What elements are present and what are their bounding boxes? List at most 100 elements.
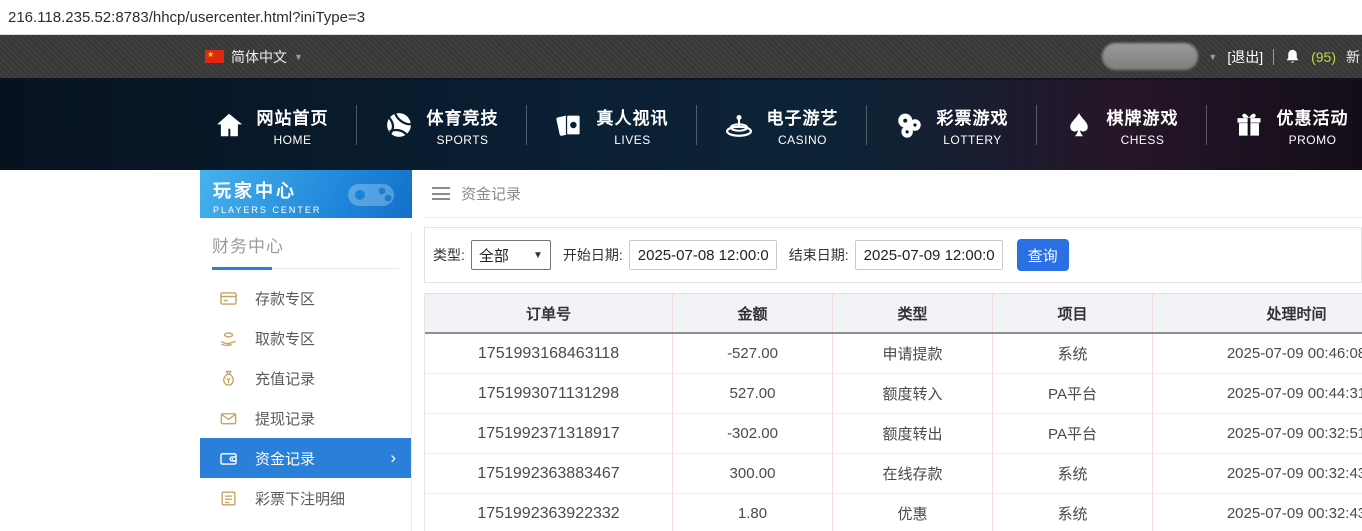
cell-project: PA平台 xyxy=(993,414,1153,453)
notification-count[interactable]: (95) xyxy=(1311,49,1336,65)
sidebar-item-recharge-records[interactable]: 充值记录 xyxy=(200,358,411,398)
divider xyxy=(1273,48,1275,65)
table-header-row: 订单号 金额 类型 项目 处理时间 xyxy=(425,294,1362,334)
table-row: 1751993071131298 527.00 额度转入 PA平台 2025-0… xyxy=(425,374,1362,414)
start-date-label: 开始日期: xyxy=(562,247,623,263)
cell-order-no: 1751993071131298 xyxy=(425,374,673,413)
chevron-down-icon: ▼ xyxy=(532,249,543,261)
cell-type: 额度转出 xyxy=(833,414,993,453)
cell-type: 优惠 xyxy=(833,494,993,531)
nav-item-lottery[interactable]: 彩票游戏 LOTTERY xyxy=(867,104,1036,147)
money-bag-icon xyxy=(223,370,234,386)
col-header-amount: 金额 xyxy=(673,294,833,332)
cell-order-no: 1751992363922332 xyxy=(425,494,673,531)
sidebar-item-room-bet-records[interactable]: 厅室投注记录 xyxy=(200,518,411,531)
sidebar-item-funds-records[interactable]: 资金记录 › xyxy=(200,438,411,478)
start-date-input[interactable] xyxy=(628,240,777,270)
nav-item-chess[interactable]: 棋牌游戏 CHESS xyxy=(1037,104,1206,147)
type-label: 类型: xyxy=(433,247,465,263)
cell-project: PA平台 xyxy=(993,374,1153,413)
table-row: 1751993168463118 -527.00 申请提款 系统 2025-07… xyxy=(425,334,1362,374)
gamepad-icon xyxy=(348,184,394,206)
envelope-icon xyxy=(220,412,237,424)
cell-amount: -527.00 xyxy=(673,334,833,373)
language-label: 简体中文 xyxy=(231,48,287,65)
nav-item-casino[interactable]: 电子游艺 CASINO xyxy=(697,104,866,147)
nav-label-zh: 真人视讯 xyxy=(596,108,669,128)
search-button[interactable]: 查询 xyxy=(1016,239,1069,271)
sidebar-item-withdraw[interactable]: 取款专区 xyxy=(200,318,411,358)
cell-project: 系统 xyxy=(993,334,1153,373)
deposit-card-icon xyxy=(220,291,237,305)
nav-label-en: PROMO xyxy=(1288,132,1337,147)
roulette-icon xyxy=(725,115,752,137)
china-flag-icon: ★ xyxy=(205,50,224,63)
nav-label-en: SPORTS xyxy=(436,132,489,147)
home-icon xyxy=(216,113,242,137)
nav-label-zh: 棋牌游戏 xyxy=(1106,108,1179,128)
nav-label-en: LIVES xyxy=(614,132,651,147)
page-title: 资金记录 xyxy=(461,186,522,203)
nav-label-zh: 电子游艺 xyxy=(766,108,839,128)
nav-label-zh: 网站首页 xyxy=(256,108,329,128)
breadcrumb: 资金记录 xyxy=(424,170,1362,218)
type-select[interactable]: 全部 ▼ xyxy=(470,240,551,270)
cell-type: 在线存款 xyxy=(833,454,993,493)
main-navigation: 网站首页 HOME 体育竞技 SPORTS 真人视讯 LIVES 电子游艺 CA… xyxy=(0,78,1362,170)
table-row: 1751992371318917 -302.00 额度转出 PA平台 2025-… xyxy=(425,414,1362,454)
cell-order-no: 1751993168463118 xyxy=(425,334,673,373)
gift-icon xyxy=(1237,113,1260,136)
sidebar-item-deposit[interactable]: 存款专区 xyxy=(200,278,411,318)
notification-new-label[interactable]: 新 xyxy=(1346,47,1360,67)
nav-label-zh: 优惠活动 xyxy=(1276,108,1349,128)
cell-project: 系统 xyxy=(993,494,1153,531)
cell-order-no: 1751992371318917 xyxy=(425,414,673,453)
filter-bar: 类型: 全部 ▼ 开始日期: 结束日期: 查询 xyxy=(424,227,1362,283)
nav-item-promo[interactable]: 优惠活动 PROMO xyxy=(1207,104,1362,147)
cell-time: 2025-07-09 00:32:43 xyxy=(1153,494,1362,531)
sidebar-item-label: 彩票下注明细 xyxy=(255,490,346,508)
cell-type: 申请提款 xyxy=(833,334,993,373)
browser-address-bar[interactable]: 216.118.235.52:8783/hhcp/usercenter.html… xyxy=(0,0,1362,35)
chevron-down-icon[interactable]: ▼ xyxy=(1208,52,1217,62)
menu-toggle-icon[interactable] xyxy=(432,187,450,200)
top-account-bar: ★ 简体中文 ▼ ▼ [退出] (95) 新 xyxy=(0,35,1362,78)
username-redacted[interactable] xyxy=(1102,43,1199,70)
wallet-icon xyxy=(220,452,237,465)
nav-item-home[interactable]: 网站首页 HOME xyxy=(187,104,356,147)
chevron-down-icon: ▼ xyxy=(294,51,303,62)
cell-type: 额度转入 xyxy=(833,374,993,413)
end-date-input[interactable] xyxy=(854,240,1003,270)
sidebar-item-withdrawal-records[interactable]: 提现记录 xyxy=(200,398,411,438)
table-row: 1751992363883467 300.00 在线存款 系统 2025-07-… xyxy=(425,454,1362,494)
sidebar-item-label: 充值记录 xyxy=(255,370,316,388)
sidebar-item-label: 取款专区 xyxy=(255,330,316,348)
language-selector[interactable]: ★ 简体中文 ▼ xyxy=(205,35,303,78)
table-row: 1751992363922332 1.80 优惠 系统 2025-07-09 0… xyxy=(425,494,1362,531)
sidebar-item-label: 提现记录 xyxy=(255,410,316,428)
col-header-project: 项目 xyxy=(993,294,1153,332)
nav-label-en: HOME xyxy=(273,132,312,147)
withdraw-hand-icon xyxy=(220,331,236,346)
cell-amount: 300.00 xyxy=(673,454,833,493)
logout-button[interactable]: [退出] xyxy=(1227,47,1263,67)
type-select-value: 全部 xyxy=(478,247,509,265)
cell-order-no: 1751992363883467 xyxy=(425,454,673,493)
lottery-balls-icon xyxy=(897,113,921,138)
cell-time: 2025-07-09 00:32:51 xyxy=(1153,414,1362,453)
cell-time: 2025-07-09 00:44:31 xyxy=(1153,374,1362,413)
sidebar-menu: 存款专区 取款专区 充值记录 提现记录 资金记录 › 彩票下注明细 xyxy=(200,278,411,531)
cell-time: 2025-07-09 00:46:08 xyxy=(1153,334,1362,373)
cell-amount: 1.80 xyxy=(673,494,833,531)
funds-table: 订单号 金额 类型 项目 处理时间 1751993168463118 -527.… xyxy=(424,293,1362,531)
end-date-label: 结束日期: xyxy=(788,247,849,263)
nav-item-sports[interactable]: 体育竞技 SPORTS xyxy=(357,104,526,147)
bell-icon[interactable] xyxy=(1284,48,1301,66)
main-panel: 资金记录 类型: 全部 ▼ 开始日期: 结束日期: 查询 订单号 金额 类型 项… xyxy=(412,170,1362,531)
nav-item-lives[interactable]: 真人视讯 LIVES xyxy=(527,104,696,147)
sidebar-item-lottery-bet-detail[interactable]: 彩票下注明细 xyxy=(200,478,411,518)
sports-icon xyxy=(386,113,412,137)
nav-label-zh: 体育竞技 xyxy=(426,108,499,128)
sidebar-header: 玩家中心 PLAYERS CENTER xyxy=(200,170,412,218)
live-cards-icon xyxy=(555,114,581,136)
